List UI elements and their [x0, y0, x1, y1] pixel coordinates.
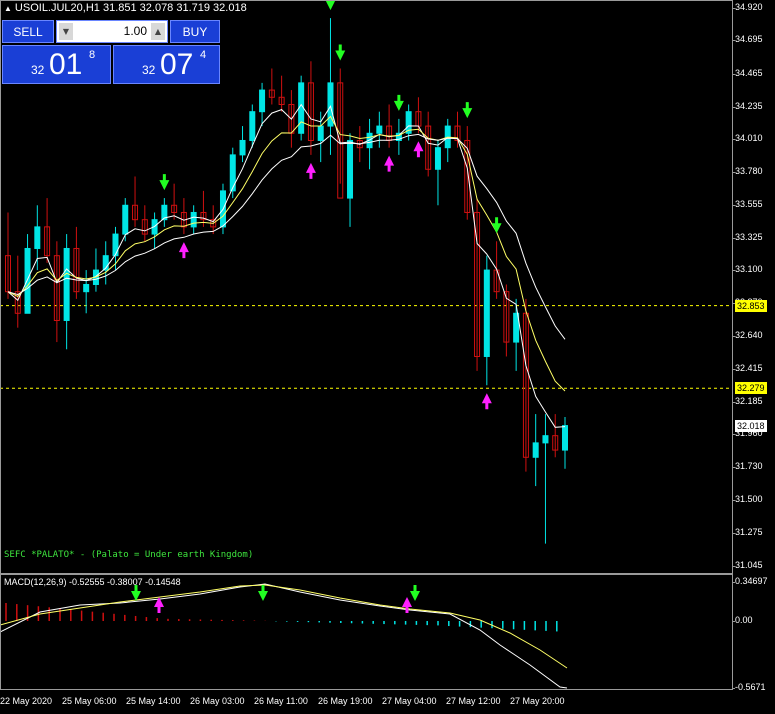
time-label: 26 May 11:00	[254, 696, 308, 706]
price-tick: 33.100	[732, 264, 763, 275]
time-label: 25 May 14:00	[126, 696, 181, 706]
price-badge: 32.018	[735, 419, 767, 432]
price-tick: 32.415	[732, 362, 763, 373]
symbol-info: ▲ USOIL.JUL20,H1 31.851 32.078 31.719 32.…	[4, 2, 247, 14]
collapse-triangle-icon[interactable]: ▲	[4, 4, 12, 13]
lot-increase-icon[interactable]: ▲	[151, 23, 165, 40]
main-chart-frame	[0, 0, 733, 574]
price-badge: 32.853	[735, 299, 767, 312]
lot-decrease-icon[interactable]: ▼	[59, 23, 73, 40]
price-tick: 34.695	[732, 34, 763, 45]
price-tick: 31.045	[732, 560, 763, 570]
macd-subwindow	[0, 574, 733, 690]
lot-size-input[interactable]: 1.00	[77, 23, 147, 40]
sell-button[interactable]: SELL	[2, 20, 54, 43]
buy-price-main: 07	[160, 48, 194, 81]
one-click-trading-panel: SELL ▼ 1.00 ▲ BUY 32 01 8 32 07 4	[2, 20, 220, 84]
price-tick: 34.235	[732, 100, 763, 111]
buy-button[interactable]: BUY	[170, 20, 220, 43]
price-tick: 32.185	[732, 395, 763, 406]
price-tick: 33.325	[732, 231, 763, 242]
price-tick: 31.730	[732, 461, 763, 472]
sell-price-quote[interactable]: 32 01 8	[2, 45, 111, 84]
macd-label: MACD(12,26,9) -0.52555 -0.38007 -0.14548	[4, 577, 181, 587]
price-tick: 34.465	[732, 67, 763, 78]
time-label: 27 May 20:00	[510, 696, 565, 706]
buy-price-prefix: 32	[142, 63, 156, 77]
sell-price-fraction: 8	[89, 49, 96, 61]
time-label: 26 May 19:00	[318, 696, 373, 706]
price-badge: 32.279	[735, 382, 767, 395]
sell-price-main: 01	[49, 48, 83, 81]
buy-price-fraction: 4	[200, 49, 207, 61]
time-label: 22 May 2020	[0, 696, 53, 706]
time-axis[interactable]: 22 May 2020 25 May 06:00 25 May 14:00 26 Ma…	[0, 690, 733, 714]
time-label: 25 May 06:00	[62, 696, 117, 706]
macd-scale-tick: 0.00	[732, 615, 753, 625]
buy-price-quote[interactable]: 32 07 4	[113, 45, 220, 84]
macd-scale-tick: 0.34697	[732, 576, 768, 586]
indicator-caption: SEFC *PALATO* - (Palato = Under earth Ki…	[4, 550, 254, 560]
price-tick: 33.780	[732, 166, 763, 177]
price-tick: 34.010	[732, 133, 763, 144]
price-tick: 31.500	[732, 494, 763, 505]
time-label: 27 May 12:00	[446, 696, 501, 706]
price-tick: 31.275	[732, 526, 763, 537]
time-label: 26 May 03:00	[190, 696, 245, 706]
price-scale[interactable]: 34.920 34.695 34.465 34.235 34.010 33.780 33.5…	[732, 0, 775, 692]
time-label: 27 May 04:00	[382, 696, 437, 706]
symbol-line: USOIL.JUL20,H1 31.851 32.078 31.719 32.0…	[14, 2, 247, 14]
price-tick: 33.555	[732, 198, 763, 209]
price-tick: 34.920	[732, 2, 763, 12]
lot-size-stepper[interactable]: ▼ 1.00 ▲	[56, 20, 168, 43]
price-tick: 32.640	[732, 330, 763, 341]
sell-price-prefix: 32	[31, 63, 45, 77]
macd-scale-tick: -0.5671	[732, 682, 766, 692]
